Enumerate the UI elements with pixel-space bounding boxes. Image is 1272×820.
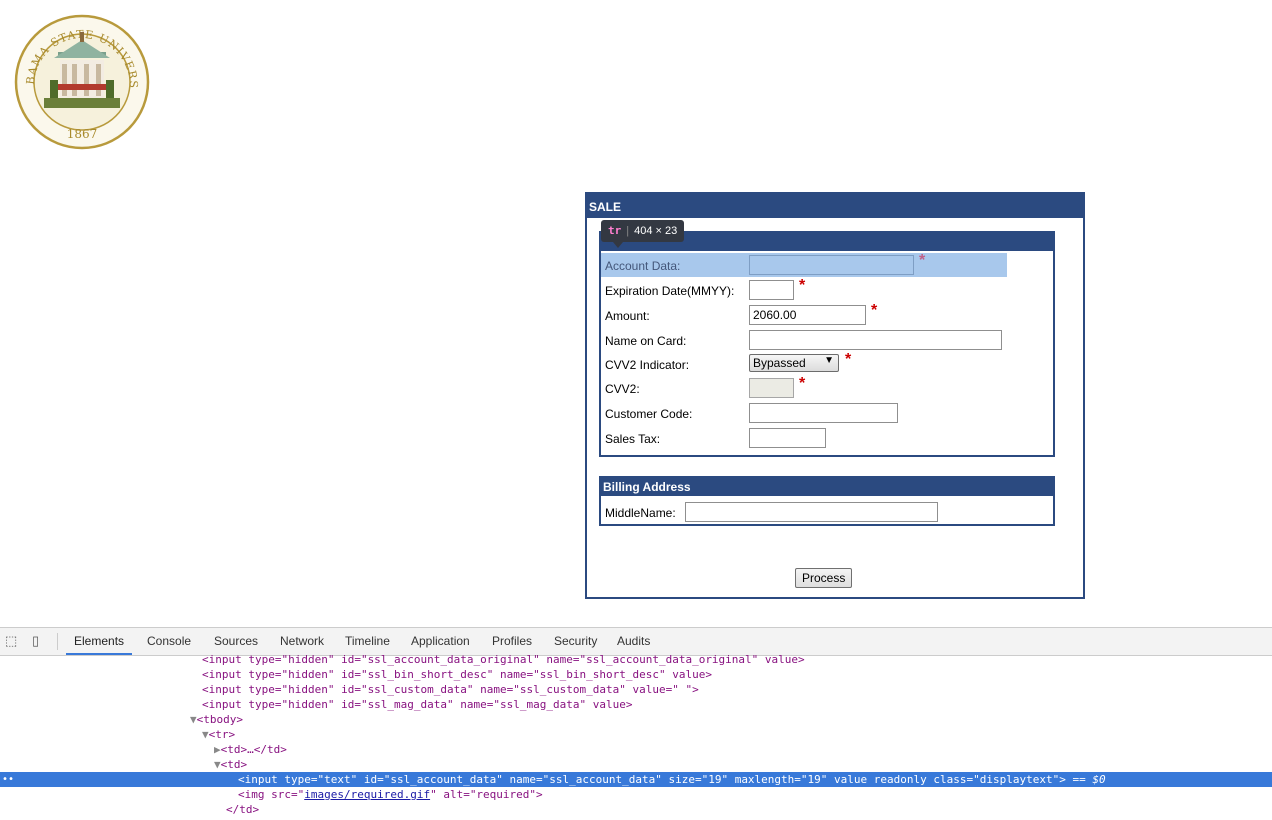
tab-network[interactable]: Network xyxy=(280,628,324,655)
dom-node-text: <tr> xyxy=(208,728,236,741)
name-on-card-label: Name on Card: xyxy=(605,334,687,348)
expiration-row: Expiration Date(MMYY): * xyxy=(601,278,1007,302)
required-icon: * xyxy=(871,302,878,319)
dom-node-text: </td> xyxy=(226,803,260,816)
required-icon: * xyxy=(919,252,926,269)
customer-code-input[interactable] xyxy=(749,403,898,423)
dom-node[interactable]: ▼<tbody> xyxy=(0,712,1272,727)
cvv2-indicator-value: Bypassed xyxy=(753,356,806,370)
required-icon: * xyxy=(799,375,806,392)
dom-node-text: <input type="hidden" id="ssl_mag_data" n… xyxy=(202,698,633,711)
inspect-element-icon[interactable]: ⬚ xyxy=(5,634,19,648)
amount-label: Amount: xyxy=(605,309,650,323)
customer-code-row: Customer Code: xyxy=(601,401,1007,425)
dom-tree: <input type="hidden" id="ssl_account_dat… xyxy=(0,652,1272,817)
tab-elements[interactable]: Elements xyxy=(66,628,133,655)
university-seal-logo: ALABAMA STATE UNIVERSITY 1867 xyxy=(14,14,150,150)
account-data-input[interactable] xyxy=(749,255,914,275)
expand-triangle-icon[interactable]: ▼ xyxy=(202,728,209,741)
middle-name-input[interactable] xyxy=(685,502,938,522)
dom-node[interactable]: ▶<td>…</td> xyxy=(0,742,1272,757)
dropdown-arrow-icon: ▼ xyxy=(824,355,834,366)
dom-node[interactable]: <img src="images/required.gif" alt="requ… xyxy=(0,787,1272,802)
tab-sources[interactable]: Sources xyxy=(214,628,258,655)
expiration-input[interactable] xyxy=(749,280,794,300)
dom-node[interactable]: <input type="hidden" id="ssl_mag_data" n… xyxy=(0,697,1272,712)
dom-node-text: <tbody> xyxy=(196,713,243,726)
tab-application[interactable]: Application xyxy=(411,628,470,655)
more-options-icon[interactable]: •• xyxy=(2,772,14,787)
dom-node[interactable]: <input type="hidden" id="ssl_custom_data… xyxy=(0,682,1272,697)
account-data-row: Account Data: * xyxy=(601,253,1007,277)
cvv2-indicator-row: CVV2 Indicator: Bypassed ▼ * xyxy=(601,352,1007,376)
dom-node[interactable]: ▼<td> xyxy=(0,757,1272,772)
dom-node-text: <input type="hidden" id="ssl_custom_data… xyxy=(202,683,699,696)
customer-code-label: Customer Code: xyxy=(605,407,693,421)
sales-tax-input[interactable] xyxy=(749,428,826,448)
dom-node[interactable]: </td> xyxy=(0,802,1272,817)
expand-triangle-icon[interactable]: ▼ xyxy=(190,713,197,726)
dom-node[interactable]: <input type="hidden" id="ssl_bin_short_d… xyxy=(0,667,1272,682)
cvv2-input[interactable] xyxy=(749,378,794,398)
cvv2-indicator-select[interactable]: Bypassed ▼ xyxy=(749,354,839,372)
tooltip-tag: tr xyxy=(608,224,622,237)
inspector-tooltip: tr | 404 × 23 xyxy=(601,220,685,242)
name-on-card-input[interactable] xyxy=(749,330,1002,350)
account-data-label: Account Data: xyxy=(605,259,681,273)
dom-node-selected[interactable]: •• <input type="text" id="ssl_account_dat… xyxy=(0,772,1272,787)
dom-node-text: " alt="required"> xyxy=(430,788,543,801)
cvv2-indicator-label: CVV2 Indicator: xyxy=(605,358,690,372)
required-icon: * xyxy=(799,277,806,294)
name-on-card-row: Name on Card: xyxy=(601,328,1007,352)
collapsed-triangle-icon[interactable]: ▶ xyxy=(214,743,221,756)
dom-node-text: <input type="hidden" id="ssl_account_dat… xyxy=(202,653,805,666)
sales-tax-label: Sales Tax: xyxy=(605,432,661,446)
dom-node[interactable]: <input type="hidden" id="ssl_account_dat… xyxy=(0,652,1272,667)
sale-title: SALE xyxy=(587,194,1083,218)
dom-node-text: <input type="hidden" id="ssl_bin_short_d… xyxy=(202,668,712,681)
expand-triangle-icon[interactable]: ▼ xyxy=(214,758,221,771)
svg-text:1867: 1867 xyxy=(67,127,98,141)
required-icon: * xyxy=(845,351,852,368)
expiration-label: Expiration Date(MMYY): xyxy=(605,284,735,298)
billing-address-title: Billing Address xyxy=(601,478,1053,496)
cvv2-label: CVV2: xyxy=(605,382,640,396)
tooltip-size: 404 × 23 xyxy=(634,225,678,237)
amount-input[interactable] xyxy=(749,305,866,325)
billing-address-box: Billing Address MiddleName: xyxy=(599,476,1055,526)
middle-name-label: MiddleName: xyxy=(605,506,676,520)
tab-timeline[interactable]: Timeline xyxy=(345,628,390,655)
tab-console[interactable]: Console xyxy=(147,628,191,655)
dom-node-text: <input type="text" id="ssl_account_data"… xyxy=(238,773,1066,786)
amount-row: Amount: * xyxy=(601,303,1007,327)
dom-node-text: <td> xyxy=(220,758,248,771)
dom-node-text: <td>…</td> xyxy=(220,743,287,756)
tooltip-tail xyxy=(613,242,623,248)
tab-profiles[interactable]: Profiles xyxy=(492,628,532,655)
card-details-box: Account Data: * Expiration Date(MMYY): *… xyxy=(599,231,1055,457)
dom-node[interactable]: ▼<tr> xyxy=(0,727,1272,742)
devtools-panel: ⬚ ▯ Elements Console Sources Network Tim… xyxy=(0,627,1272,820)
sale-panel: SALE Account Data: * Expiration Date(MMY… xyxy=(585,192,1085,599)
device-toolbar-icon[interactable]: ▯ xyxy=(32,634,46,648)
image-src-link[interactable]: images/required.gif xyxy=(304,788,430,801)
process-button[interactable]: Process xyxy=(795,568,853,588)
tab-security[interactable]: Security xyxy=(554,628,597,655)
cvv2-row: CVV2: * xyxy=(601,376,1007,400)
tab-audits[interactable]: Audits xyxy=(617,628,650,655)
dom-node-reference: == $0 xyxy=(1065,773,1106,786)
dom-node-text: <img src=" xyxy=(238,788,305,801)
toolbar-divider xyxy=(57,633,58,650)
sales-tax-row: Sales Tax: xyxy=(601,426,1007,450)
